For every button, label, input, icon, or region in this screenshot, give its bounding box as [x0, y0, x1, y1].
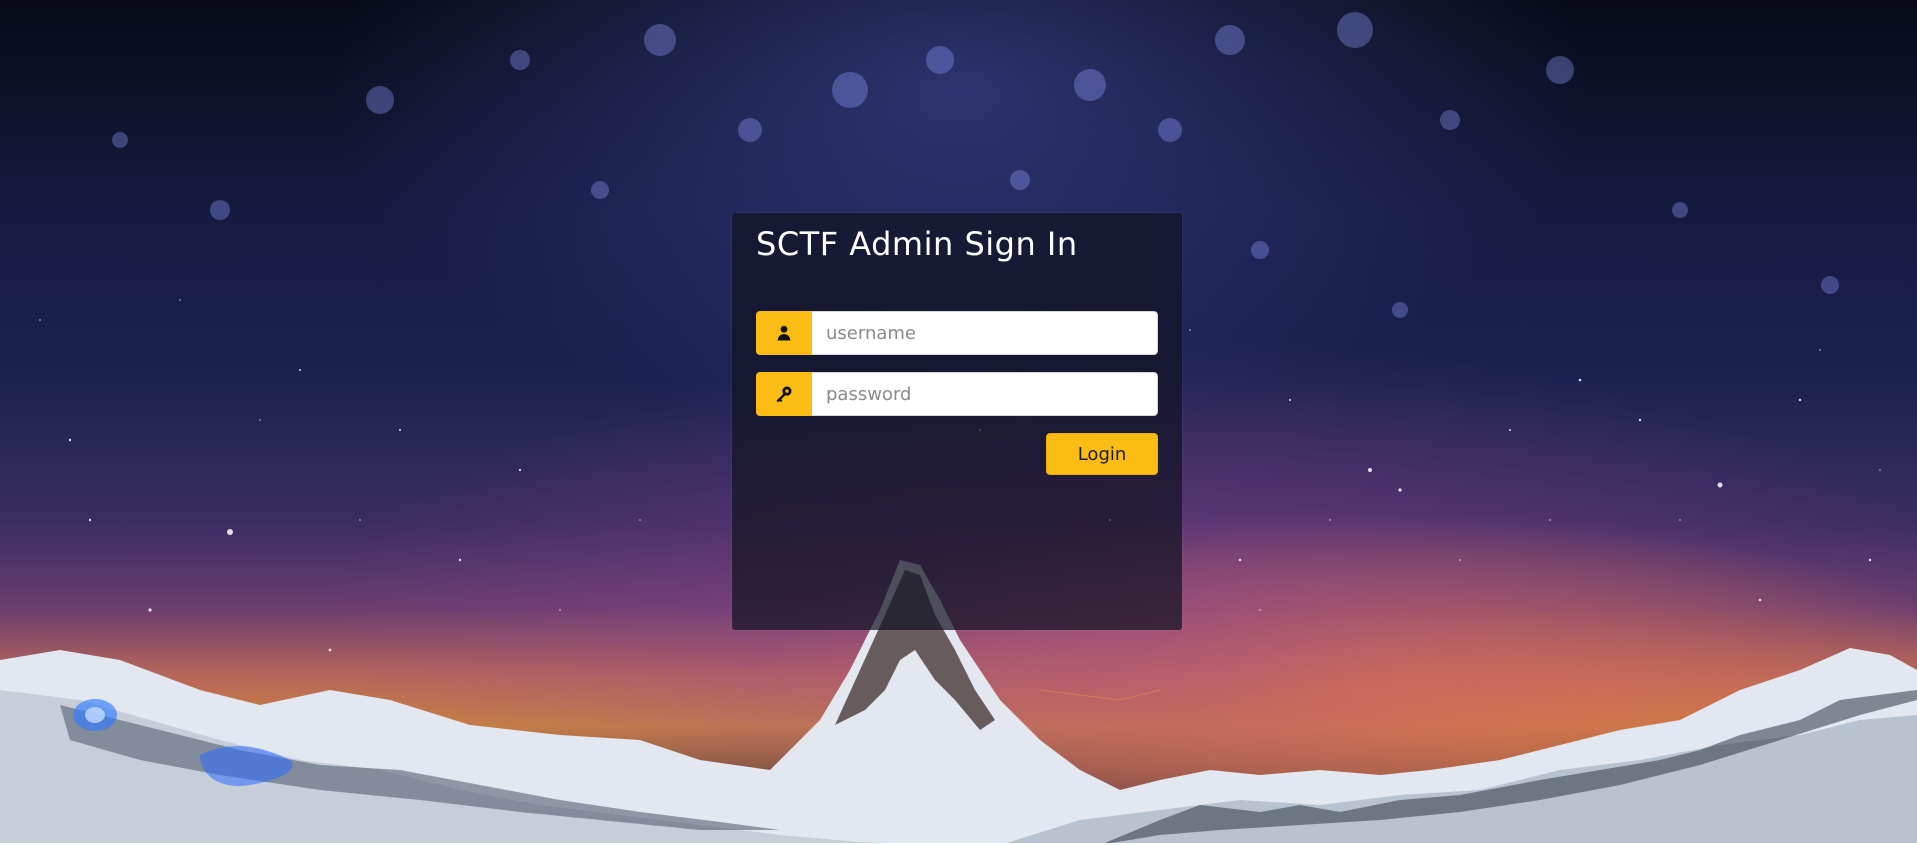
- user-icon: [756, 311, 812, 355]
- password-field-group: [756, 372, 1158, 416]
- login-button[interactable]: Login: [1046, 433, 1158, 475]
- password-input[interactable]: [812, 372, 1158, 416]
- sign-in-panel: SCTF Admin Sign In Login: [732, 213, 1182, 630]
- key-icon: [756, 372, 812, 416]
- username-field-group: [756, 311, 1158, 355]
- username-input[interactable]: [812, 311, 1158, 355]
- page-title: SCTF Admin Sign In: [756, 225, 1078, 263]
